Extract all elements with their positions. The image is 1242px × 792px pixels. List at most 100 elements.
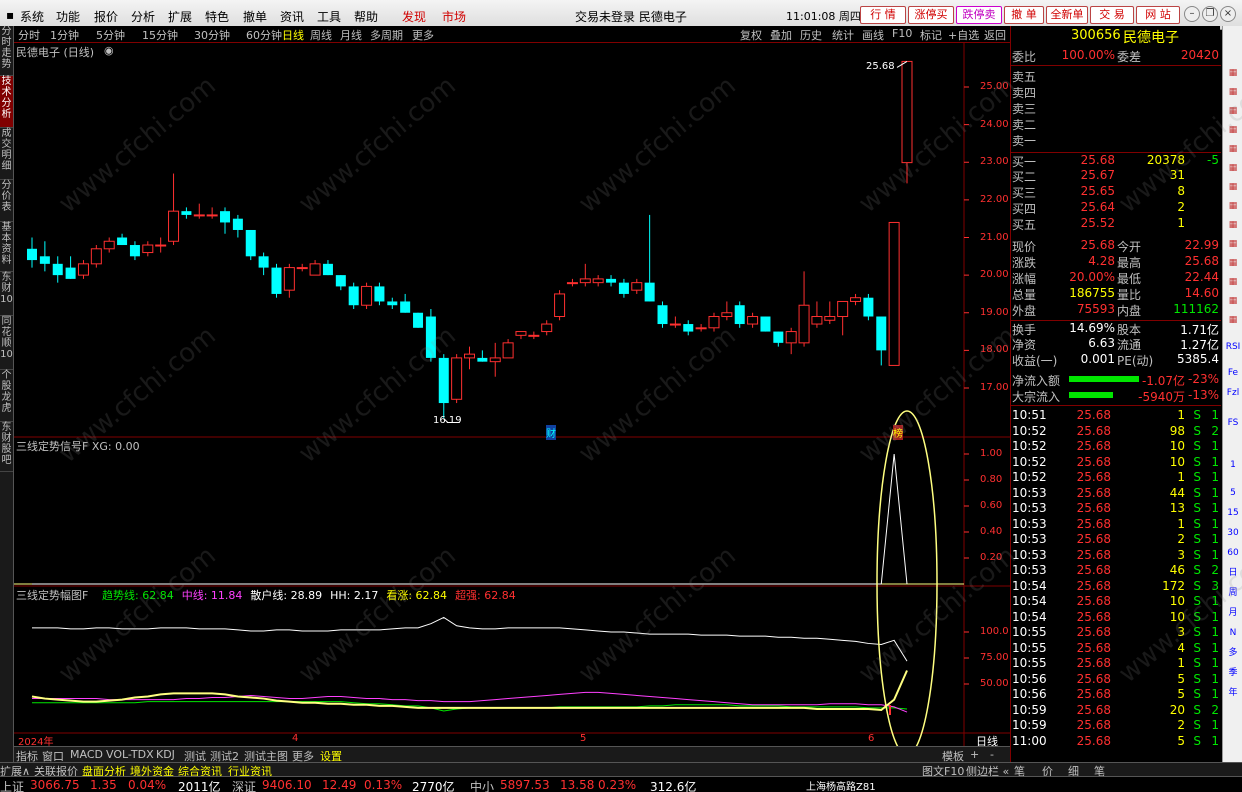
period-monthly[interactable]: 月线 xyxy=(340,27,362,43)
buy-change: -5 xyxy=(1207,153,1219,167)
menu-quote[interactable]: 报价 xyxy=(94,8,118,25)
period-daily[interactable]: 日线 xyxy=(282,27,304,43)
side-tool-icon[interactable]: ▦ xyxy=(1225,66,1241,80)
finance-marker[interactable]: 财 xyxy=(546,425,556,440)
tool-f10[interactable]: F10 xyxy=(892,27,912,40)
tool-stats[interactable]: 统计 xyxy=(832,27,854,43)
side-icon-8[interactable]: 60 xyxy=(1225,546,1241,560)
chart-area[interactable] xyxy=(14,43,1010,746)
tick-row: 10:52 25.68 1 S 1 xyxy=(1011,470,1221,486)
indicator-tab-2[interactable]: MACD xyxy=(70,748,103,761)
chart-settings-icon[interactable]: ◉ xyxy=(104,44,114,57)
tool-draw[interactable]: 画线 xyxy=(862,27,884,43)
side-icon-14[interactable]: 季 xyxy=(1225,666,1241,680)
menu-cancel-order[interactable]: 撤单 xyxy=(243,8,267,25)
side-icon-1[interactable]: Fe xyxy=(1225,366,1241,380)
limit-up-buy-button[interactable]: 涨停买 xyxy=(908,6,954,24)
side-tool-icon[interactable]: ▦ xyxy=(1225,294,1241,308)
tick-direction: S xyxy=(1193,718,1201,732)
side-tool-icon[interactable]: ▦ xyxy=(1225,237,1241,251)
bottom-right-btn-2[interactable]: - xyxy=(990,748,994,761)
quote-button[interactable]: 行 情 xyxy=(860,6,906,24)
tool-adjust[interactable]: 复权 xyxy=(740,27,762,43)
tick-time: 10:56 xyxy=(1012,687,1047,701)
side-tool-icon[interactable]: ▦ xyxy=(1225,123,1241,137)
side-tool-icon[interactable]: ▦ xyxy=(1225,313,1241,327)
tool-back[interactable]: 返回 xyxy=(984,27,1006,43)
period-intraday[interactable]: 分时 xyxy=(18,27,40,43)
indicator-tab-3[interactable]: VOL-TDX xyxy=(106,748,154,761)
minimize-icon[interactable]: – xyxy=(1184,6,1200,22)
side-icon-9[interactable]: 日 xyxy=(1225,566,1241,580)
side-tool-icon[interactable]: ▦ xyxy=(1225,104,1241,118)
menu-market[interactable]: 市场 xyxy=(442,8,466,25)
menu-function[interactable]: 功能 xyxy=(56,8,80,25)
bottom-right-btn-1[interactable]: + xyxy=(970,748,979,761)
side-icon-13[interactable]: 多 xyxy=(1225,646,1241,660)
close-icon[interactable]: × xyxy=(1220,6,1236,22)
period-5min[interactable]: 5分钟 xyxy=(96,27,125,43)
left-tab-basic-info[interactable]: 基本资料 xyxy=(0,222,13,272)
menu-discover[interactable]: 发现 xyxy=(402,8,426,25)
trade-button[interactable]: 交 易 xyxy=(1090,6,1134,24)
tick-price: 25.68 xyxy=(1076,532,1111,546)
side-tool-icon[interactable]: ▦ xyxy=(1225,199,1241,213)
left-tab-technical[interactable]: 技术分析 xyxy=(0,76,13,128)
menu-system[interactable]: 系统 xyxy=(20,8,44,25)
website-button[interactable]: 网 站 xyxy=(1136,6,1180,24)
period-60min[interactable]: 60分钟 xyxy=(246,27,282,43)
bigflow-row: 大宗流入 -5940万 -13% xyxy=(1011,388,1221,406)
side-tool-icon[interactable]: ▦ xyxy=(1225,256,1241,270)
left-tab-eastmoney10[interactable]: 东财10 xyxy=(0,272,13,316)
indicator-tab-4[interactable]: KDJ xyxy=(156,748,175,761)
side-tool-icon[interactable]: ▦ xyxy=(1225,218,1241,232)
side-icon-0[interactable]: RSI xyxy=(1225,340,1241,354)
menu-help[interactable]: 帮助 xyxy=(354,8,378,25)
menu-news[interactable]: 资讯 xyxy=(280,8,304,25)
side-icon-6[interactable]: 15 xyxy=(1225,506,1241,520)
side-icon-3[interactable]: FS xyxy=(1225,416,1241,430)
side-tool-icon[interactable]: ▦ xyxy=(1225,161,1241,175)
side-icon-12[interactable]: N xyxy=(1225,626,1241,640)
left-tab-trade-detail[interactable]: 成交明细 xyxy=(0,128,13,180)
side-icon-4[interactable]: 1 xyxy=(1225,458,1241,472)
left-tab-intraday[interactable]: 分时走势 xyxy=(0,26,13,76)
new-order-button[interactable]: 全新单 xyxy=(1046,6,1088,24)
period-30min[interactable]: 30分钟 xyxy=(194,27,230,43)
side-tool-icon[interactable]: ▦ xyxy=(1225,85,1241,99)
period-weekly[interactable]: 周线 xyxy=(310,27,332,43)
side-icon-10[interactable]: 周 xyxy=(1225,586,1241,600)
left-tab-forum[interactable]: 东财股吧 xyxy=(0,422,13,472)
period-15min[interactable]: 15分钟 xyxy=(142,27,178,43)
tool-add-watch[interactable]: +自选 xyxy=(948,27,979,43)
candle-body-4 xyxy=(77,263,89,276)
side-icon-15[interactable]: 年 xyxy=(1225,686,1241,700)
menu-extend[interactable]: 扩展 xyxy=(168,8,192,25)
period-more[interactable]: 更多 xyxy=(412,27,434,43)
period-multi[interactable]: 多周期 xyxy=(370,27,403,43)
tick-time: 10:54 xyxy=(1012,578,1047,593)
side-icon-7[interactable]: 30 xyxy=(1225,526,1241,540)
side-tool-icon[interactable]: ▦ xyxy=(1225,142,1241,156)
left-tab-ths10[interactable]: 同花顺10 xyxy=(0,316,13,370)
side-icon-5[interactable]: 5 xyxy=(1225,486,1241,500)
left-tab-price-table[interactable]: 分价表 xyxy=(0,180,13,222)
side-tool-icon[interactable]: ▦ xyxy=(1225,180,1241,194)
cancel-order-button[interactable]: 撤 单 xyxy=(1004,6,1044,24)
side-icon-11[interactable]: 月 xyxy=(1225,606,1241,620)
side-icon-2[interactable]: Fzl xyxy=(1225,386,1241,400)
tool-history[interactable]: 历史 xyxy=(800,27,822,43)
period-1min[interactable]: 1分钟 xyxy=(50,27,79,43)
menu-feature[interactable]: 特色 xyxy=(205,8,229,25)
menu-tools[interactable]: 工具 xyxy=(317,8,341,25)
list-marker[interactable]: 榜 xyxy=(893,425,903,440)
tool-overlay[interactable]: 叠加 xyxy=(770,27,792,43)
left-tab-dragon-tiger[interactable]: 个股龙虎 xyxy=(0,370,13,422)
x-label-may: 5 xyxy=(580,733,587,744)
limit-down-sell-button[interactable]: 跌停卖 xyxy=(956,6,1002,24)
candle-body-49 xyxy=(657,305,668,325)
tool-mark[interactable]: 标记 xyxy=(920,27,942,43)
restore-icon[interactable]: ❐ xyxy=(1202,6,1218,22)
side-tool-icon[interactable]: ▦ xyxy=(1225,275,1241,289)
menu-analysis[interactable]: 分析 xyxy=(131,8,155,25)
